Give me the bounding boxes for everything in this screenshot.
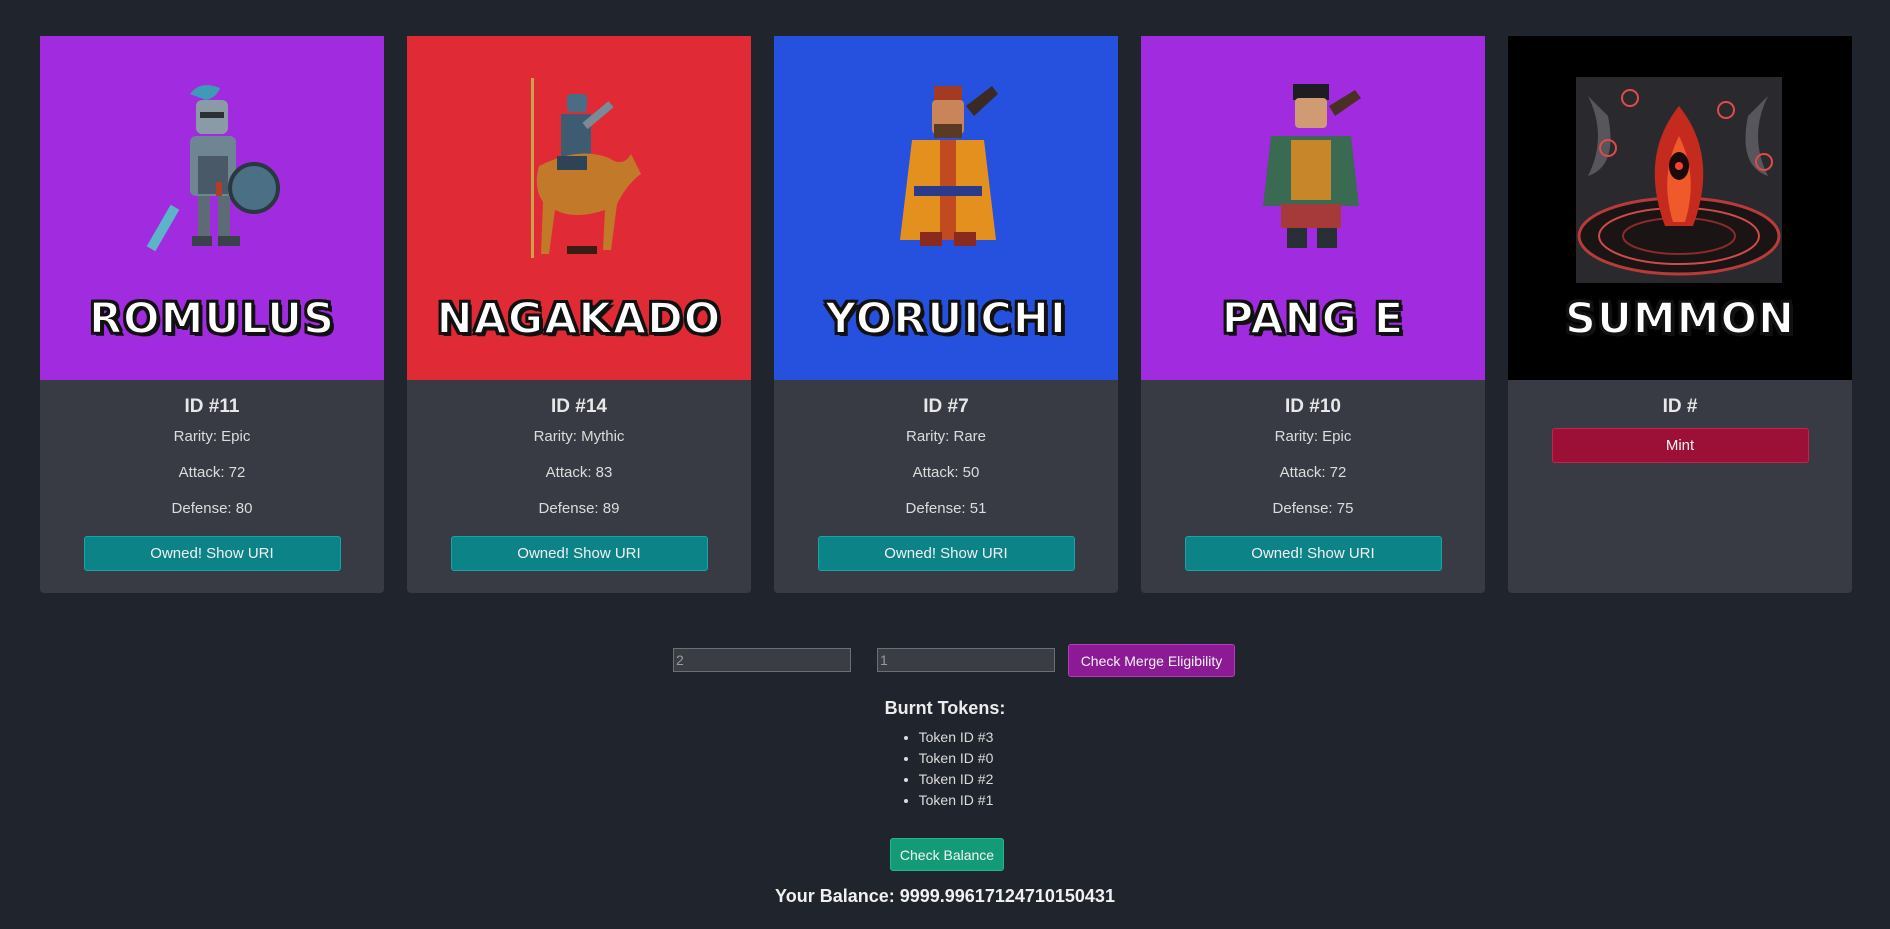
- list-item: Token ID #0: [919, 748, 994, 769]
- card-attack: Attack: 83: [545, 464, 613, 481]
- card-defense: Defense: 51: [905, 500, 987, 517]
- card-rarity: Rarity: Epic: [173, 428, 251, 445]
- show-uri-button[interactable]: Owned! Show URI: [450, 536, 708, 571]
- card-id: ID #10: [1285, 396, 1341, 417]
- card-name: PANG E: [1221, 293, 1405, 345]
- card-id: ID #11: [184, 396, 240, 417]
- card-info: ID #7 Rarity: Rare Attack: 50 Defense: 5…: [774, 380, 1118, 593]
- card-attack: Attack: 72: [178, 464, 246, 481]
- mint-button[interactable]: Mint: [1551, 428, 1809, 463]
- card-info: ID # Mint: [1508, 380, 1852, 485]
- card-name: YORUICHI: [824, 293, 1067, 345]
- burnt-tokens-section: Burnt Tokens: Token ID #3 Token ID #0 To…: [0, 698, 1890, 811]
- list-item: Token ID #3: [919, 727, 994, 748]
- card-art: PANG E: [1141, 36, 1485, 380]
- card-art: NAGAKADO: [407, 36, 751, 380]
- card-id: ID #: [1662, 396, 1698, 417]
- card-art: SUMMON: [1508, 36, 1852, 380]
- card-grid: ROMULUS ID #11 Rarity: Epic Attack: 72 D…: [40, 36, 1852, 593]
- show-uri-button[interactable]: Owned! Show URI: [83, 536, 341, 571]
- card-rarity: Rarity: Epic: [1274, 428, 1352, 445]
- show-uri-button[interactable]: Owned! Show URI: [1184, 536, 1442, 571]
- check-balance-button[interactable]: Check Balance: [890, 838, 1004, 871]
- card-romulus: ROMULUS ID #11 Rarity: Epic Attack: 72 D…: [40, 36, 384, 593]
- card-name: NAGAKADO: [436, 293, 722, 345]
- card-attack: Attack: 50: [912, 464, 980, 481]
- card-art: ROMULUS: [40, 36, 384, 380]
- card-defense: Defense: 75: [1272, 500, 1354, 517]
- card-id: ID #7: [923, 396, 969, 417]
- card-defense: Defense: 80: [171, 500, 253, 517]
- burnt-tokens-list: Token ID #3 Token ID #0 Token ID #2 Toke…: [897, 727, 994, 811]
- card-name: ROMULUS: [88, 293, 336, 345]
- merge-token-input-1[interactable]: [673, 648, 851, 672]
- list-item: Token ID #2: [919, 769, 994, 790]
- card-info: ID #10 Rarity: Epic Attack: 72 Defense: …: [1141, 380, 1485, 593]
- merge-controls: Check Merge Eligibility: [0, 644, 1890, 678]
- card-pang-e: PANG E ID #10 Rarity: Epic Attack: 72 De…: [1141, 36, 1485, 593]
- check-merge-eligibility-button[interactable]: Check Merge Eligibility: [1068, 644, 1235, 677]
- balance-text: Your Balance: 9999.99617124710150431: [775, 886, 1115, 906]
- card-art: YORUICHI: [774, 36, 1118, 380]
- card-defense: Defense: 89: [538, 500, 620, 517]
- card-id: ID #14: [551, 396, 607, 417]
- card-rarity: Rarity: Mythic: [533, 428, 625, 445]
- card-rarity: Rarity: Rare: [905, 428, 987, 445]
- card-info: ID #11 Rarity: Epic Attack: 72 Defense: …: [40, 380, 384, 593]
- card-name: SUMMON: [1564, 293, 1795, 345]
- merge-token-input-2[interactable]: [877, 648, 1055, 672]
- list-item: Token ID #1: [919, 790, 994, 811]
- card-attack: Attack: 72: [1279, 464, 1347, 481]
- card-yoruichi: YORUICHI ID #7 Rarity: Rare Attack: 50 D…: [774, 36, 1118, 593]
- show-uri-button[interactable]: Owned! Show URI: [817, 536, 1075, 571]
- card-nagakado: NAGAKADO ID #14 Rarity: Mythic Attack: 8…: [407, 36, 751, 593]
- card-info: ID #14 Rarity: Mythic Attack: 83 Defense…: [407, 380, 751, 593]
- burnt-tokens-title: Burnt Tokens:: [884, 698, 1006, 718]
- card-summon: SUMMON ID # Mint: [1508, 36, 1852, 593]
